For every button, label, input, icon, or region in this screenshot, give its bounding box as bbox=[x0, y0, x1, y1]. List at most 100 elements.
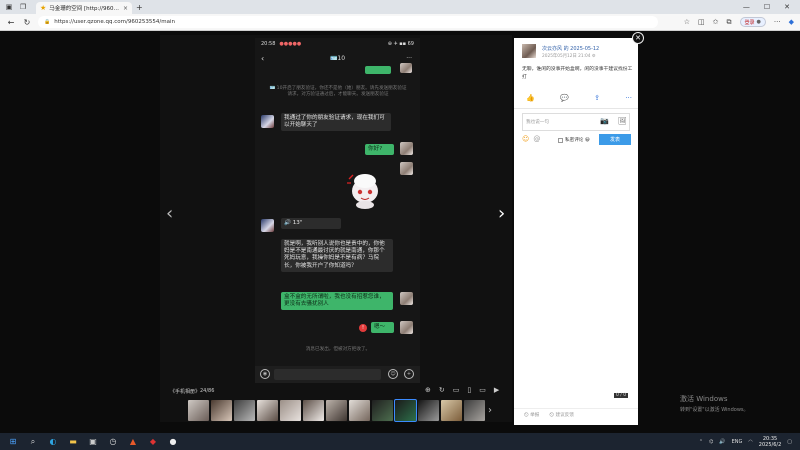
submit-comment-button[interactable]: 发表 bbox=[599, 134, 631, 145]
app-icon[interactable]: ▲ bbox=[126, 435, 140, 449]
close-window-button[interactable]: ✕ bbox=[784, 3, 790, 11]
maximize-button[interactable]: ☐ bbox=[764, 3, 770, 11]
tab-qzone[interactable]: ★ 马金珊的空间 [http://960253554/ × bbox=[36, 2, 132, 14]
thumbnail[interactable] bbox=[211, 400, 232, 421]
thumbnail-selected[interactable] bbox=[394, 399, 417, 422]
star-icon: ★ bbox=[40, 4, 47, 12]
photo-viewer: ‹ › 20:58 ●●●●● ⊕ ✈ ▪▪ 69 ‹ 🪪10 ··· 🪪 10… bbox=[0, 31, 800, 433]
comment-input[interactable]: 我也说一句 📷 🖼 bbox=[522, 113, 630, 131]
collections-icon[interactable]: ⧉ bbox=[727, 18, 732, 27]
avatar bbox=[400, 142, 413, 155]
thumbnail[interactable] bbox=[372, 400, 393, 421]
qq-icon[interactable]: ● bbox=[166, 435, 180, 449]
login-button[interactable]: 登录 ● bbox=[739, 17, 766, 27]
chat-bubble: 你好? bbox=[365, 144, 394, 156]
window-controls: — ☐ ✕ bbox=[743, 3, 790, 11]
post-date: 2025年05月12日 21:04 ⚙ bbox=[542, 54, 596, 59]
thumbnail[interactable] bbox=[303, 400, 324, 421]
checkbox[interactable] bbox=[558, 137, 563, 143]
refresh-button[interactable]: ↻ bbox=[22, 18, 32, 27]
mention-icon[interactable]: @ bbox=[533, 135, 540, 143]
system-tray: ⌃ ⌬ 🔊 ENG ◠ 20:35 2025/6/2 ▢ bbox=[699, 436, 792, 448]
thumbnail[interactable] bbox=[464, 400, 485, 421]
minimize-button[interactable]: — bbox=[743, 3, 750, 11]
image-icon[interactable]: 🖼 bbox=[618, 117, 627, 125]
clock[interactable]: 20:35 2025/6/2 bbox=[759, 436, 781, 448]
photo-counter: 24/86 bbox=[200, 388, 215, 394]
post-actions: 👍 💬 ⇪ ··· bbox=[526, 94, 632, 102]
fit-icon[interactable]: ▭ bbox=[453, 386, 460, 394]
favorites-icon[interactable]: ✩ bbox=[713, 18, 719, 26]
close-tab-icon[interactable]: × bbox=[123, 5, 128, 12]
thumbnail-strip bbox=[188, 399, 485, 422]
thumbnail[interactable] bbox=[234, 400, 255, 421]
thumbnails-next-arrow[interactable]: › bbox=[488, 405, 492, 416]
close-viewer-button[interactable]: ✕ bbox=[632, 32, 644, 44]
avatar[interactable] bbox=[522, 44, 536, 58]
address-bar-row: ← ↻ 🔒 https://user.qzone.qq.com/96025355… bbox=[0, 14, 800, 31]
back-button[interactable]: ← bbox=[6, 18, 16, 27]
wifi-icon[interactable]: ◠ bbox=[748, 439, 752, 445]
comment-icon[interactable]: 💬 bbox=[560, 94, 569, 102]
activation-watermark: 激活 Windows bbox=[680, 395, 728, 403]
app-notification-icons: ●●●●● bbox=[279, 41, 302, 47]
zoom-icon[interactable]: ⊕ bbox=[425, 386, 431, 394]
thumbnail[interactable] bbox=[418, 400, 439, 421]
camera-icon[interactable]: 📷 bbox=[600, 117, 609, 125]
fullscreen-icon[interactable]: ▭ bbox=[479, 386, 486, 394]
thumbnail[interactable] bbox=[280, 400, 301, 421]
send-failed-icon: ! bbox=[359, 324, 367, 332]
feedback-link[interactable]: 🛇 建议反馈 bbox=[549, 411, 574, 419]
app-icon[interactable]: ◆ bbox=[146, 435, 160, 449]
tray-expand-icon[interactable]: ⌃ bbox=[699, 439, 703, 445]
tab-title: 马金珊的空间 [http://960253554/ bbox=[49, 6, 120, 12]
profile-icon[interactable]: ▣ bbox=[4, 2, 14, 12]
search-icon[interactable]: ⌕ bbox=[26, 435, 40, 449]
thumbnail[interactable] bbox=[441, 400, 462, 421]
copilot-icon[interactable]: ◆ bbox=[789, 18, 794, 26]
notification-icon[interactable]: ▢ bbox=[787, 439, 792, 445]
prev-photo-arrow[interactable]: ‹ bbox=[166, 203, 173, 224]
file-explorer-icon[interactable]: ▬ bbox=[66, 435, 80, 449]
store-icon[interactable]: ▣ bbox=[86, 435, 100, 449]
edge-icon[interactable]: ◐ bbox=[46, 435, 60, 449]
poster-name[interactable]: 次云亦风 的 2025-05-12 bbox=[542, 45, 599, 52]
thumbnail[interactable] bbox=[257, 400, 278, 421]
thumbnail[interactable] bbox=[326, 400, 347, 421]
network-icon[interactable]: ⌬ bbox=[709, 439, 713, 445]
avatar bbox=[261, 219, 274, 232]
avatar bbox=[400, 321, 413, 334]
viewer-toolbar: ⊕ ↻ ▭ ▯ ▭ ▶ bbox=[425, 386, 499, 394]
thumbnail[interactable] bbox=[188, 400, 209, 421]
share-icon[interactable]: ⇪ bbox=[594, 94, 600, 102]
app-icon[interactable]: ◷ bbox=[106, 435, 120, 449]
split-screen-icon[interactable]: ◫ bbox=[698, 18, 705, 26]
thumbnail[interactable] bbox=[349, 400, 370, 421]
rejected-note: 消息已发出，但被对方拒收了。 bbox=[305, 347, 371, 352]
system-note: 🪪 10开启了朋友验证，你还不是他（她）朋友。请先发送朋友验证请求，对方验证通过… bbox=[269, 86, 407, 97]
language-indicator[interactable]: ENG bbox=[732, 439, 743, 445]
favorite-star-icon[interactable]: ☆ bbox=[684, 18, 690, 26]
browser-tab-bar: ▣ ❐ ★ 马金珊的空间 [http://960253554/ × + — ☐ … bbox=[0, 0, 800, 14]
chat-header: ‹ 🪪10 ··· bbox=[255, 52, 420, 64]
new-tab-button[interactable]: + bbox=[136, 3, 143, 12]
actual-size-icon[interactable]: ▯ bbox=[467, 386, 471, 394]
tab-actions-icon[interactable]: ❐ bbox=[18, 2, 28, 12]
next-photo-arrow[interactable]: › bbox=[498, 203, 505, 224]
album-name[interactable]: 《手机相册》 bbox=[170, 388, 200, 395]
slideshow-icon[interactable]: ▶ bbox=[494, 386, 499, 394]
more-icon[interactable]: ··· bbox=[625, 94, 632, 102]
emoji-icon[interactable]: ☺ bbox=[522, 135, 529, 143]
avatar bbox=[400, 162, 413, 175]
more-menu-icon[interactable]: ··· bbox=[774, 18, 781, 26]
chat-bubble: 就是啊，我听别人说你也是贵中的，你他妈是不是南通最讨厌的就是南通，你那个死妈玩意… bbox=[281, 239, 393, 272]
report-link[interactable]: 🛇 举报 bbox=[524, 411, 539, 419]
windows-start-icon[interactable]: ⊞ bbox=[6, 435, 20, 449]
volume-icon[interactable]: 🔊 bbox=[719, 439, 725, 445]
divider bbox=[514, 408, 638, 409]
rotate-icon[interactable]: ↻ bbox=[439, 386, 445, 394]
private-comment-toggle[interactable]: 私密评论 😀 bbox=[558, 137, 590, 143]
chat-bubble-partial bbox=[365, 66, 391, 74]
url-input[interactable]: 🔒 https://user.qzone.qq.com/960253554/ma… bbox=[38, 16, 658, 28]
like-icon[interactable]: 👍 bbox=[526, 94, 535, 102]
